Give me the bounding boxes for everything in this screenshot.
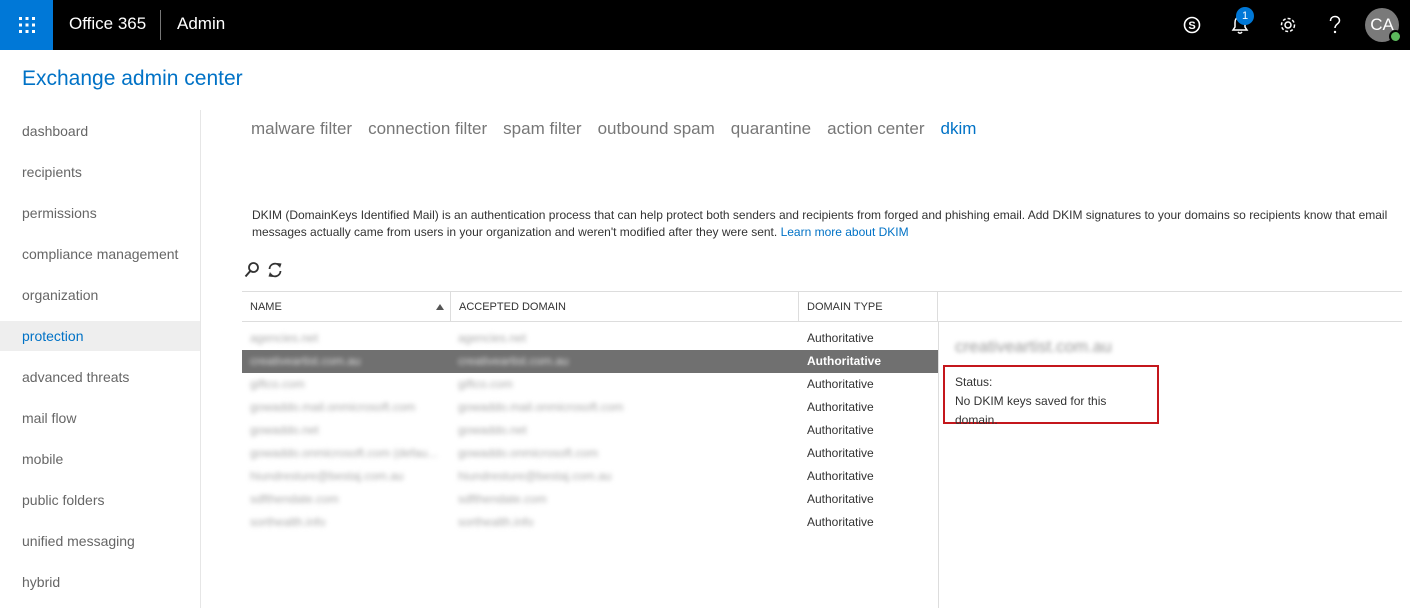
cell-accepted-domain: gowaddo.net	[458, 423, 527, 437]
sidebar-item-advanced-threats[interactable]: advanced threats	[0, 362, 200, 392]
cell-name: sdfthendate.com	[250, 492, 339, 506]
help-icon	[1329, 15, 1341, 34]
detail-domain-name: creativeartist.com.au	[955, 337, 1112, 356]
notification-count-badge: 1	[1236, 7, 1254, 25]
app-name[interactable]: Admin	[177, 14, 225, 34]
gear-icon	[1280, 17, 1296, 33]
cell-accepted-domain: hiundresture@bestaj.com.au	[458, 469, 612, 483]
app-launcher-button[interactable]	[0, 0, 53, 50]
brand-name[interactable]: Office 365	[69, 14, 146, 34]
grid-header: NAME ACCEPTED DOMAIN DOMAIN TYPE	[242, 291, 1402, 322]
cell-name: hiundresture@bestaj.com.au	[250, 469, 404, 483]
refresh-button[interactable]	[266, 261, 284, 284]
cell-domain-type: Authoritative	[807, 331, 874, 345]
dkim-status-box: Status: No DKIM keys saved for this doma…	[943, 365, 1159, 427]
dkim-domain-grid: NAME ACCEPTED DOMAIN DOMAIN TYPE agencie…	[242, 291, 1402, 608]
cell-accepted-domain: agencies.net	[458, 331, 527, 345]
tab-quarantine[interactable]: quarantine	[731, 119, 811, 139]
cell-domain-type: Authoritative	[807, 377, 874, 391]
refresh-icon	[268, 262, 282, 278]
sidebar-item-mail-flow[interactable]: mail flow	[0, 403, 200, 433]
cell-domain-type: Authoritative	[807, 446, 874, 460]
search-button[interactable]	[244, 261, 260, 284]
status-label: Status:	[955, 375, 993, 389]
cell-accepted-domain: gowaddo.mail.onmicrosoft.com	[458, 400, 624, 414]
column-header-name[interactable]: NAME	[242, 292, 451, 322]
cell-accepted-domain: gowaddo.onmicrosoft.com	[458, 446, 599, 460]
search-icon	[244, 262, 259, 278]
cell-accepted-domain: sorthealth.info	[458, 515, 534, 529]
learn-more-link[interactable]: Learn more about DKIM	[781, 225, 909, 239]
sidebar-item-permissions[interactable]: permissions	[0, 198, 200, 228]
page-title: Exchange admin center	[22, 67, 243, 90]
cell-name: gowaddo.mail.onmicrosoft.com	[250, 400, 416, 414]
cell-accepted-domain: creativeartist.com.au	[458, 354, 569, 368]
tab-connection-filter[interactable]: connection filter	[368, 119, 487, 139]
cell-name: gowaddo.onmicrosoft.com (defau...	[250, 446, 438, 460]
cell-name: creativeartist.com.au	[250, 354, 361, 368]
cell-domain-type: Authoritative	[807, 423, 874, 437]
table-row[interactable]: agencies.net agencies.net Authoritative	[242, 327, 938, 350]
column-header-label: NAME	[250, 301, 282, 313]
settings-button[interactable]	[1275, 12, 1301, 38]
skype-icon: S	[1183, 16, 1201, 34]
table-row[interactable]: gowaddo.mail.onmicrosoft.com gowaddo.mai…	[242, 396, 938, 419]
cell-domain-type: Authoritative	[807, 354, 882, 368]
sidebar-item-public-folders[interactable]: public folders	[0, 485, 200, 515]
app-launcher-icon	[18, 17, 35, 33]
presence-status-icon	[1389, 30, 1402, 43]
column-header-accepted-domain[interactable]: ACCEPTED DOMAIN	[451, 292, 799, 322]
sidebar-item-recipients[interactable]: recipients	[0, 157, 200, 187]
sort-ascending-icon	[436, 304, 444, 310]
cell-name: gowaddo.net	[250, 423, 319, 437]
sidebar-item-unified-messaging[interactable]: unified messaging	[0, 526, 200, 556]
help-button[interactable]	[1322, 12, 1348, 38]
table-row-selected[interactable]: creativeartist.com.au creativeartist.com…	[242, 350, 938, 373]
cell-domain-type: Authoritative	[807, 492, 874, 506]
protection-tabs: malware filter connection filter spam fi…	[251, 119, 992, 139]
cell-domain-type: Authoritative	[807, 469, 874, 483]
column-header-domain-type[interactable]: DOMAIN TYPE	[799, 292, 938, 322]
tab-outbound-spam[interactable]: outbound spam	[598, 119, 715, 139]
tab-dkim[interactable]: dkim	[940, 119, 976, 139]
cell-name: agencies.net	[250, 331, 319, 345]
cell-name: sorthealth.info	[250, 515, 326, 529]
cell-accepted-domain: sdfthendate.com	[458, 492, 547, 506]
table-row[interactable]: hiundresture@bestaj.com.au hiundresture@…	[242, 465, 938, 488]
sidebar-item-compliance-management[interactable]: compliance management	[0, 239, 200, 269]
cell-domain-type: Authoritative	[807, 515, 874, 529]
tab-malware-filter[interactable]: malware filter	[251, 119, 352, 139]
cell-accepted-domain: giftco.com	[458, 377, 513, 391]
svg-text:S: S	[1188, 20, 1195, 32]
dkim-description: DKIM (DomainKeys Identified Mail) is an …	[252, 207, 1392, 241]
sidebar-item-mobile[interactable]: mobile	[0, 444, 200, 474]
detail-pane-divider	[938, 322, 939, 608]
sidebar-item-organization[interactable]: organization	[0, 280, 200, 310]
brand-divider	[160, 10, 161, 40]
sidebar-item-hybrid[interactable]: hybrid	[0, 567, 200, 597]
table-row[interactable]: gowaddo.net gowaddo.net Authoritative	[242, 419, 938, 442]
table-row[interactable]: gowaddo.onmicrosoft.com (defau... gowadd…	[242, 442, 938, 465]
cell-domain-type: Authoritative	[807, 400, 874, 414]
sidebar-item-protection[interactable]: protection	[0, 321, 200, 351]
tab-spam-filter[interactable]: spam filter	[503, 119, 581, 139]
table-row[interactable]: sdfthendate.com sdfthendate.com Authorit…	[242, 488, 938, 511]
sidebar: dashboard recipients permissions complia…	[0, 110, 201, 608]
tab-action-center[interactable]: action center	[827, 119, 924, 139]
status-value: No DKIM keys saved for this domain.	[955, 394, 1107, 427]
table-row[interactable]: sorthealth.info sorthealth.info Authorit…	[242, 511, 938, 534]
top-bar: Office 365 Admin S 1 CA	[0, 0, 1410, 50]
sidebar-item-dashboard[interactable]: dashboard	[0, 116, 200, 146]
cell-name: giftco.com	[250, 377, 305, 391]
grid-toolbar	[244, 261, 284, 284]
table-row[interactable]: giftco.com giftco.com Authoritative	[242, 373, 938, 396]
skype-button[interactable]: S	[1179, 12, 1205, 38]
